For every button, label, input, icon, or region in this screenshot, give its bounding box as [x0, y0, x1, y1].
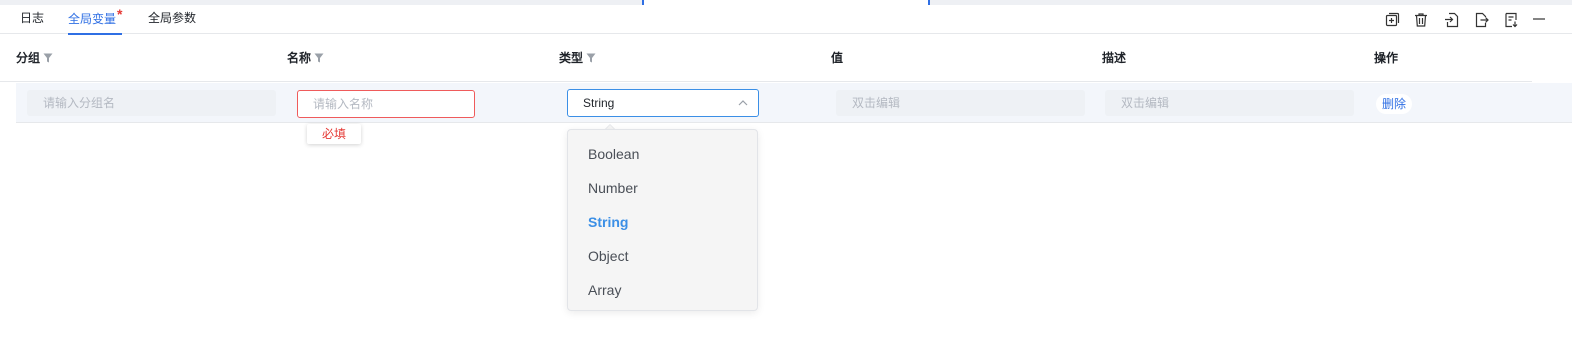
column-header-value: 值 [831, 49, 843, 66]
delete-row-button[interactable]: 删除 [1376, 94, 1413, 114]
column-header-action: 操作 [1374, 49, 1398, 66]
column-header-action-label: 操作 [1374, 51, 1399, 65]
export-button[interactable] [1472, 11, 1490, 29]
description-input[interactable]: 双击编辑 [1105, 90, 1354, 116]
required-error-tooltip: 必填 [307, 124, 361, 144]
table-header: 分组 名称 类型 值 描述 操作 [0, 34, 1532, 82]
column-header-group-label: 分组 [16, 51, 41, 65]
trash-icon [1415, 13, 1427, 27]
tab-global-variables[interactable]: 全局变量* [68, 6, 123, 35]
type-select[interactable]: String [567, 89, 759, 117]
unsaved-marker: * [117, 6, 123, 22]
option-number[interactable]: Number [588, 179, 638, 197]
filter-icon[interactable] [586, 53, 596, 63]
tab-global-parameters-label: 全局参数 [148, 11, 197, 25]
column-header-description-label: 描述 [1102, 51, 1127, 65]
option-string[interactable]: String [588, 213, 628, 231]
add-button[interactable] [1383, 11, 1401, 29]
document-button[interactable] [1502, 11, 1520, 29]
option-object[interactable]: Object [588, 247, 628, 265]
tab-bar: 日志 全局变量* 全局参数 [0, 5, 1572, 35]
type-select-value: String [583, 96, 615, 110]
group-input[interactable]: 请输入分组名 [27, 90, 276, 116]
column-header-value-label: 值 [831, 51, 844, 65]
column-header-name-label: 名称 [287, 51, 312, 65]
option-array[interactable]: Array [588, 281, 621, 299]
filter-icon[interactable] [314, 53, 324, 63]
filter-icon[interactable] [43, 53, 53, 63]
column-header-group: 分组 [16, 49, 53, 66]
add-icon [1385, 12, 1400, 27]
chevron-up-icon [738, 100, 748, 106]
tab-global-variables-label: 全局变量 [68, 12, 117, 26]
column-header-description: 描述 [1102, 49, 1126, 66]
tab-log-label: 日志 [20, 11, 45, 25]
type-dropdown-menu: Boolean Number String Object Array [567, 129, 758, 311]
delete-all-button[interactable] [1412, 11, 1430, 29]
name-input[interactable]: 请输入名称 [297, 90, 475, 118]
option-boolean[interactable]: Boolean [588, 145, 639, 163]
column-header-name: 名称 [287, 49, 324, 66]
export-icon [1475, 12, 1489, 28]
column-header-type-label: 类型 [559, 51, 584, 65]
document-icon [1505, 12, 1518, 28]
column-header-type: 类型 [559, 49, 596, 66]
minimize-button[interactable] [1530, 11, 1548, 29]
tab-global-parameters[interactable]: 全局参数 [148, 10, 196, 26]
import-icon [1445, 12, 1459, 28]
minimize-icon [1533, 18, 1545, 20]
value-input[interactable]: 双击编辑 [836, 90, 1085, 116]
tab-log[interactable]: 日志 [20, 10, 44, 26]
import-button[interactable] [1443, 11, 1461, 29]
